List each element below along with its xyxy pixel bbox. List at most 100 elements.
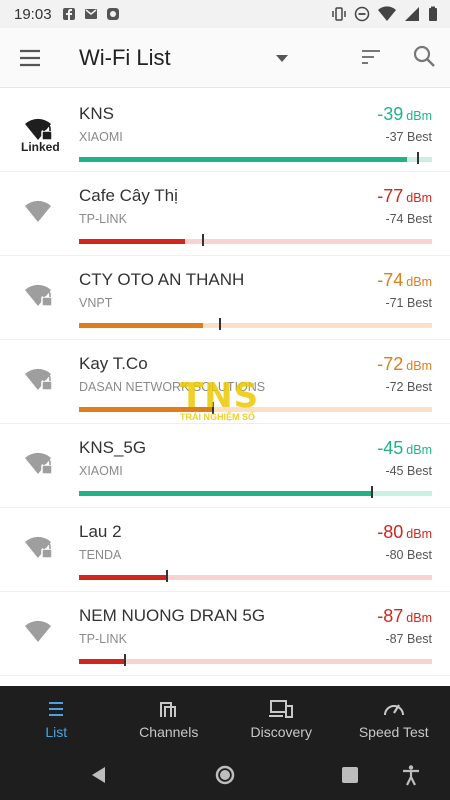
system-nav-bar bbox=[0, 750, 450, 800]
ssid-label: CTY OTO AN THANH bbox=[79, 270, 245, 289]
best-marker bbox=[219, 318, 222, 330]
nav-list[interactable]: List bbox=[0, 686, 113, 750]
nav-label: Channels bbox=[139, 724, 199, 740]
wifi-icon bbox=[25, 620, 51, 642]
accessibility-icon[interactable] bbox=[400, 764, 422, 786]
best-signal: -80 Best bbox=[385, 548, 432, 562]
best-marker bbox=[166, 570, 169, 582]
linked-label: Linked bbox=[21, 140, 60, 154]
nav-speed-test[interactable]: Speed Test bbox=[338, 686, 450, 750]
nav-channels[interactable]: Channels bbox=[113, 686, 226, 750]
bottom-nav: List Channels Discovery Speed Test bbox=[0, 686, 450, 750]
signal-bar bbox=[79, 402, 432, 414]
wifi-lock-icon bbox=[25, 536, 53, 559]
list-item[interactable]: Linked KNS XIAOMI -39 dBm -37 Best bbox=[0, 90, 450, 172]
signal-bar bbox=[79, 152, 432, 164]
wifi-status-icon bbox=[378, 6, 396, 22]
list-item[interactable]: Kay T.Co DASAN NETWORK SOLUTIONS -72 dBm … bbox=[0, 340, 450, 424]
wifi-lock-icon bbox=[25, 452, 53, 475]
wifi-icon bbox=[25, 200, 51, 222]
vendor-label: XIAOMI bbox=[79, 464, 123, 478]
list-item[interactable]: CTY OTO AN THANH VNPT -74 dBm -71 Best bbox=[0, 256, 450, 340]
devices-icon bbox=[269, 700, 294, 718]
channels-icon bbox=[159, 702, 176, 717]
status-icons bbox=[332, 6, 438, 22]
gmail-icon bbox=[84, 9, 97, 19]
vendor-label: VNPT bbox=[79, 296, 113, 310]
vendor-label: TP-LINK bbox=[79, 632, 127, 646]
back-icon[interactable] bbox=[88, 764, 110, 786]
signal-strength: -72 dBm bbox=[377, 354, 432, 374]
signal-bar-fill bbox=[79, 157, 408, 162]
wifi-lock-icon bbox=[25, 118, 53, 141]
vibrate-icon bbox=[332, 7, 346, 21]
wifi-lock-icon bbox=[25, 284, 53, 307]
list-icon bbox=[49, 702, 64, 716]
ssid-label: Lau 2 bbox=[79, 522, 122, 541]
dnd-icon bbox=[354, 6, 370, 22]
signal-bar-fill bbox=[79, 575, 168, 580]
battery-icon bbox=[429, 6, 437, 21]
list-item[interactable]: NEM NUONG DRAN 5G TP-LINK -87 dBm -87 Bes… bbox=[0, 592, 450, 676]
signal-bar bbox=[79, 654, 432, 666]
signal-bar bbox=[79, 318, 432, 330]
ssid-label: Kay T.Co bbox=[79, 354, 148, 373]
best-marker bbox=[212, 402, 215, 414]
signal-strength: -87 dBm bbox=[377, 606, 432, 626]
signal-bar-fill bbox=[79, 239, 185, 244]
camera-app-icon bbox=[106, 8, 119, 20]
search-icon[interactable] bbox=[412, 44, 436, 68]
cell-signal-icon bbox=[405, 7, 419, 21]
vendor-label: DASAN NETWORK SOLUTIONS bbox=[79, 380, 266, 394]
signal-strength: -74 dBm bbox=[377, 270, 432, 290]
best-signal: -37 Best bbox=[385, 130, 432, 144]
ssid-label: KNS_5G bbox=[79, 438, 147, 457]
vendor-label: TENDA bbox=[79, 548, 122, 562]
best-marker bbox=[123, 654, 126, 666]
signal-strength: -77 dBm bbox=[377, 186, 432, 206]
list-item[interactable]: KNS_5G XIAOMI -45 dBm -45 Best bbox=[0, 424, 450, 508]
nav-label: Speed Test bbox=[358, 724, 429, 740]
signal-bar bbox=[79, 486, 432, 498]
signal-bar bbox=[79, 570, 432, 582]
wifi-lock-icon bbox=[25, 368, 53, 391]
nav-label: Discovery bbox=[250, 724, 312, 740]
nav-discovery[interactable]: Discovery bbox=[225, 686, 338, 750]
ssid-label: NEM NUONG DRAN 5G bbox=[79, 606, 266, 625]
ssid-label: KNS bbox=[79, 104, 114, 123]
best-marker bbox=[201, 234, 204, 246]
app-bar: Wi-Fi List bbox=[0, 28, 450, 88]
nav-label: List bbox=[45, 724, 68, 740]
signal-bar-fill bbox=[79, 659, 125, 664]
list-item[interactable]: Lau 2 TENDA -80 dBm -80 Best bbox=[0, 508, 450, 592]
best-signal: -74 Best bbox=[385, 212, 432, 226]
signal-strength: -45 dBm bbox=[377, 438, 432, 458]
best-signal: -72 Best bbox=[385, 380, 432, 394]
vendor-label: TP-LINK bbox=[79, 212, 127, 226]
ssid-label: Cafe Cây Thị bbox=[79, 186, 178, 205]
list-item[interactable]: Cafe Cây Thị TP-LINK -77 dBm -74 Best bbox=[0, 172, 450, 256]
best-signal: -71 Best bbox=[385, 296, 432, 310]
signal-bar-fill bbox=[79, 323, 203, 328]
signal-strength: -39 dBm bbox=[377, 104, 432, 124]
chevron-down-icon[interactable] bbox=[272, 48, 292, 68]
best-signal: -87 Best bbox=[385, 632, 432, 646]
best-signal: -45 Best bbox=[385, 464, 432, 478]
recents-icon[interactable] bbox=[339, 764, 361, 786]
status-bar: 19:03 bbox=[0, 0, 450, 28]
menu-icon[interactable] bbox=[18, 46, 42, 70]
signal-bar bbox=[79, 234, 432, 246]
speedometer-icon bbox=[383, 704, 404, 716]
signal-strength: -80 dBm bbox=[377, 522, 432, 542]
status-time: 19:03 bbox=[14, 5, 52, 23]
wifi-list: Linked KNS XIAOMI -39 dBm -37 Best Cafe C… bbox=[0, 90, 450, 676]
page-title: Wi-Fi List bbox=[79, 45, 171, 70]
facebook-icon bbox=[62, 8, 75, 20]
sort-icon[interactable] bbox=[360, 46, 382, 68]
vendor-label: XIAOMI bbox=[79, 130, 123, 144]
home-icon[interactable] bbox=[214, 764, 236, 786]
signal-bar-fill bbox=[79, 407, 214, 412]
best-marker bbox=[416, 152, 419, 164]
best-marker bbox=[370, 486, 373, 498]
signal-bar-fill bbox=[79, 491, 372, 496]
